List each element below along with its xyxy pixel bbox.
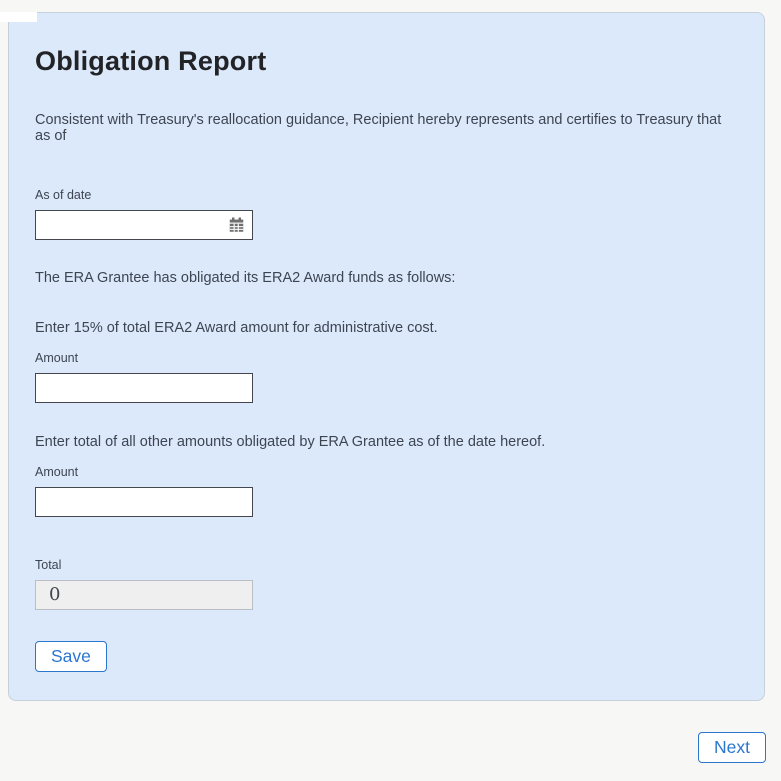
- total-input: [35, 579, 253, 610]
- admin-amount-label: Amount: [35, 350, 79, 365]
- admin-cost-instruction: Enter 15% of total ERA2 Award amount for…: [35, 319, 438, 336]
- page-title: Obligation Report: [35, 46, 267, 76]
- certification-text: Consistent with Treasury's reallocation …: [35, 112, 722, 144]
- as-of-date-group: As of date: [35, 188, 738, 240]
- admin-amount-input[interactable]: [35, 372, 253, 403]
- other-amounts-instruction: Enter total of all other amounts obligat…: [35, 433, 546, 450]
- other-amount-group: Amount: [35, 465, 738, 517]
- as-of-date-label: As of date: [35, 187, 92, 202]
- obligated-funds-text: The ERA Grantee has obligated its ERA2 A…: [35, 269, 456, 286]
- top-left-notch: [0, 12, 37, 22]
- next-button[interactable]: Next: [698, 731, 766, 763]
- other-amount-input[interactable]: [35, 486, 253, 517]
- as-of-date-input[interactable]: [35, 209, 253, 240]
- total-group: Total: [35, 558, 738, 610]
- obligation-report-panel: Obligation Report Consistent with Treasu…: [8, 12, 765, 701]
- calendar-icon[interactable]: [229, 217, 244, 232]
- footer-actions: Next: [8, 731, 766, 763]
- total-label: Total: [35, 557, 62, 572]
- save-button[interactable]: Save: [35, 640, 107, 672]
- other-amount-label: Amount: [35, 464, 79, 479]
- admin-amount-group: Amount: [35, 351, 738, 403]
- as-of-date-field: [35, 209, 253, 240]
